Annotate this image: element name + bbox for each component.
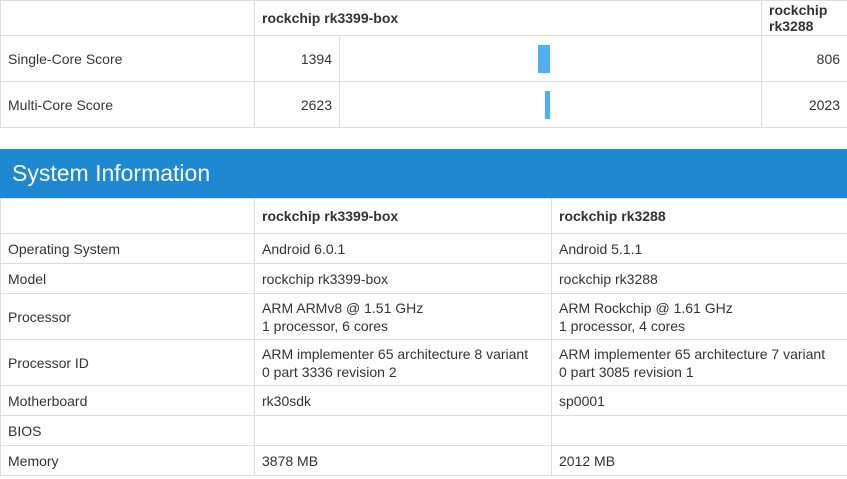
system-value-b: 2012 MB bbox=[551, 445, 847, 476]
system-row-label: BIOS bbox=[0, 415, 255, 446]
system-value-line: ARM implementer 65 architecture 8 varian… bbox=[262, 345, 529, 362]
system-information-table: rockchip rk3399-box rockchip rk3288 Oper… bbox=[0, 198, 847, 476]
system-value-a: ARM implementer 65 architecture 8 varian… bbox=[254, 339, 552, 386]
system-value-b: Android 5.1.1 bbox=[551, 233, 847, 264]
score-row-multi: Multi-Core Score 2623 2023 bbox=[0, 81, 847, 128]
system-value-b: sp0001 bbox=[551, 385, 847, 416]
system-row-label: Motherboard bbox=[0, 385, 255, 416]
system-value-line: Android 5.1.1 bbox=[559, 240, 643, 257]
system-row-label: Processor bbox=[0, 293, 255, 340]
system-value-line: 1 processor, 6 cores bbox=[262, 317, 389, 334]
system-value-line: Android 6.0.1 bbox=[262, 240, 346, 257]
score-label: Single-Core Score bbox=[0, 35, 255, 82]
system-row-label: Operating System bbox=[0, 233, 255, 264]
system-row: BIOS bbox=[0, 415, 847, 446]
score-value-b: 806 bbox=[761, 35, 847, 82]
score-label: Multi-Core Score bbox=[0, 81, 255, 128]
system-value-line: ARM ARMv8 @ 1.51 GHz bbox=[262, 299, 424, 316]
system-row: Processor ID ARM implementer 65 architect… bbox=[0, 339, 847, 386]
score-row-single: Single-Core Score 1394 806 bbox=[0, 35, 847, 82]
score-value-a: 2623 bbox=[254, 81, 340, 128]
system-row: Motherboard rk30sdk sp0001 bbox=[0, 385, 847, 416]
system-value-a bbox=[254, 415, 552, 446]
system-row: Operating System Android 6.0.1 Android 5.1… bbox=[0, 233, 847, 264]
system-row-label: Model bbox=[0, 263, 255, 294]
score-diff-bar bbox=[538, 44, 551, 73]
system-value-a: rk30sdk bbox=[254, 385, 552, 416]
system-row: Processor ARM ARMv8 @ 1.51 GHz 1 processor… bbox=[0, 293, 847, 340]
score-bar-cell bbox=[338, 35, 763, 82]
system-value-line: sp0001 bbox=[559, 392, 605, 409]
score-header-device-b[interactable]: rockchip rk3288 bbox=[761, 0, 847, 36]
system-value-b: rockchip rk3288 bbox=[551, 263, 847, 294]
system-value-line: ARM implementer 65 architecture 7 varian… bbox=[559, 345, 826, 362]
system-value-a: Android 6.0.1 bbox=[254, 233, 552, 264]
system-row: Memory 3878 MB 2012 MB bbox=[0, 445, 847, 476]
system-row-label: Memory bbox=[0, 445, 255, 476]
section-title-system-information: System Information bbox=[0, 149, 847, 198]
system-value-line: ARM Rockchip @ 1.61 GHz bbox=[559, 299, 733, 316]
system-value-b bbox=[551, 415, 847, 446]
benchmark-comparison-page: rockchip rk3399-box rockchip rk3288 Sing… bbox=[0, 0, 847, 479]
score-table-header: rockchip rk3399-box rockchip rk3288 bbox=[0, 0, 847, 36]
system-value-line: 0 part 3085 revision 1 bbox=[559, 363, 694, 380]
system-value-a: ARM ARMv8 @ 1.51 GHz 1 processor, 6 cores bbox=[254, 293, 552, 340]
system-header-device-b[interactable]: rockchip rk3288 bbox=[551, 198, 847, 234]
system-row: Model rockchip rk3399-box rockchip rk3288 bbox=[0, 263, 847, 294]
score-diff-bar bbox=[545, 90, 551, 119]
system-value-line: rockchip rk3288 bbox=[559, 270, 658, 287]
system-value-b: ARM implementer 65 architecture 7 varian… bbox=[551, 339, 847, 386]
system-value-line: rk30sdk bbox=[262, 392, 312, 409]
system-value-line: 3878 MB bbox=[262, 452, 319, 469]
score-value-a: 1394 bbox=[254, 35, 340, 82]
score-bar-cell bbox=[338, 81, 763, 128]
system-row-label: Processor ID bbox=[0, 339, 255, 386]
score-header-device-a[interactable]: rockchip rk3399-box bbox=[253, 0, 763, 36]
system-header-blank bbox=[0, 198, 255, 234]
system-value-line: 1 processor, 4 cores bbox=[559, 317, 686, 334]
system-header-device-a[interactable]: rockchip rk3399-box bbox=[254, 198, 552, 234]
system-value-a: rockchip rk3399-box bbox=[254, 263, 552, 294]
system-value-line: 2012 MB bbox=[559, 452, 616, 469]
system-value-line: 0 part 3336 revision 2 bbox=[262, 363, 397, 380]
system-value-line: rockchip rk3399-box bbox=[262, 270, 389, 287]
score-header-blank bbox=[0, 0, 255, 36]
score-value-b: 2023 bbox=[761, 81, 847, 128]
system-information-body: rockchip rk3399-box rockchip rk3288 Oper… bbox=[0, 198, 847, 476]
system-value-a: 3878 MB bbox=[254, 445, 552, 476]
system-value-b: ARM Rockchip @ 1.61 GHz 1 processor, 4 co… bbox=[551, 293, 847, 340]
score-comparison-table: rockchip rk3399-box rockchip rk3288 Sing… bbox=[0, 0, 847, 128]
system-table-header: rockchip rk3399-box rockchip rk3288 bbox=[0, 198, 847, 234]
